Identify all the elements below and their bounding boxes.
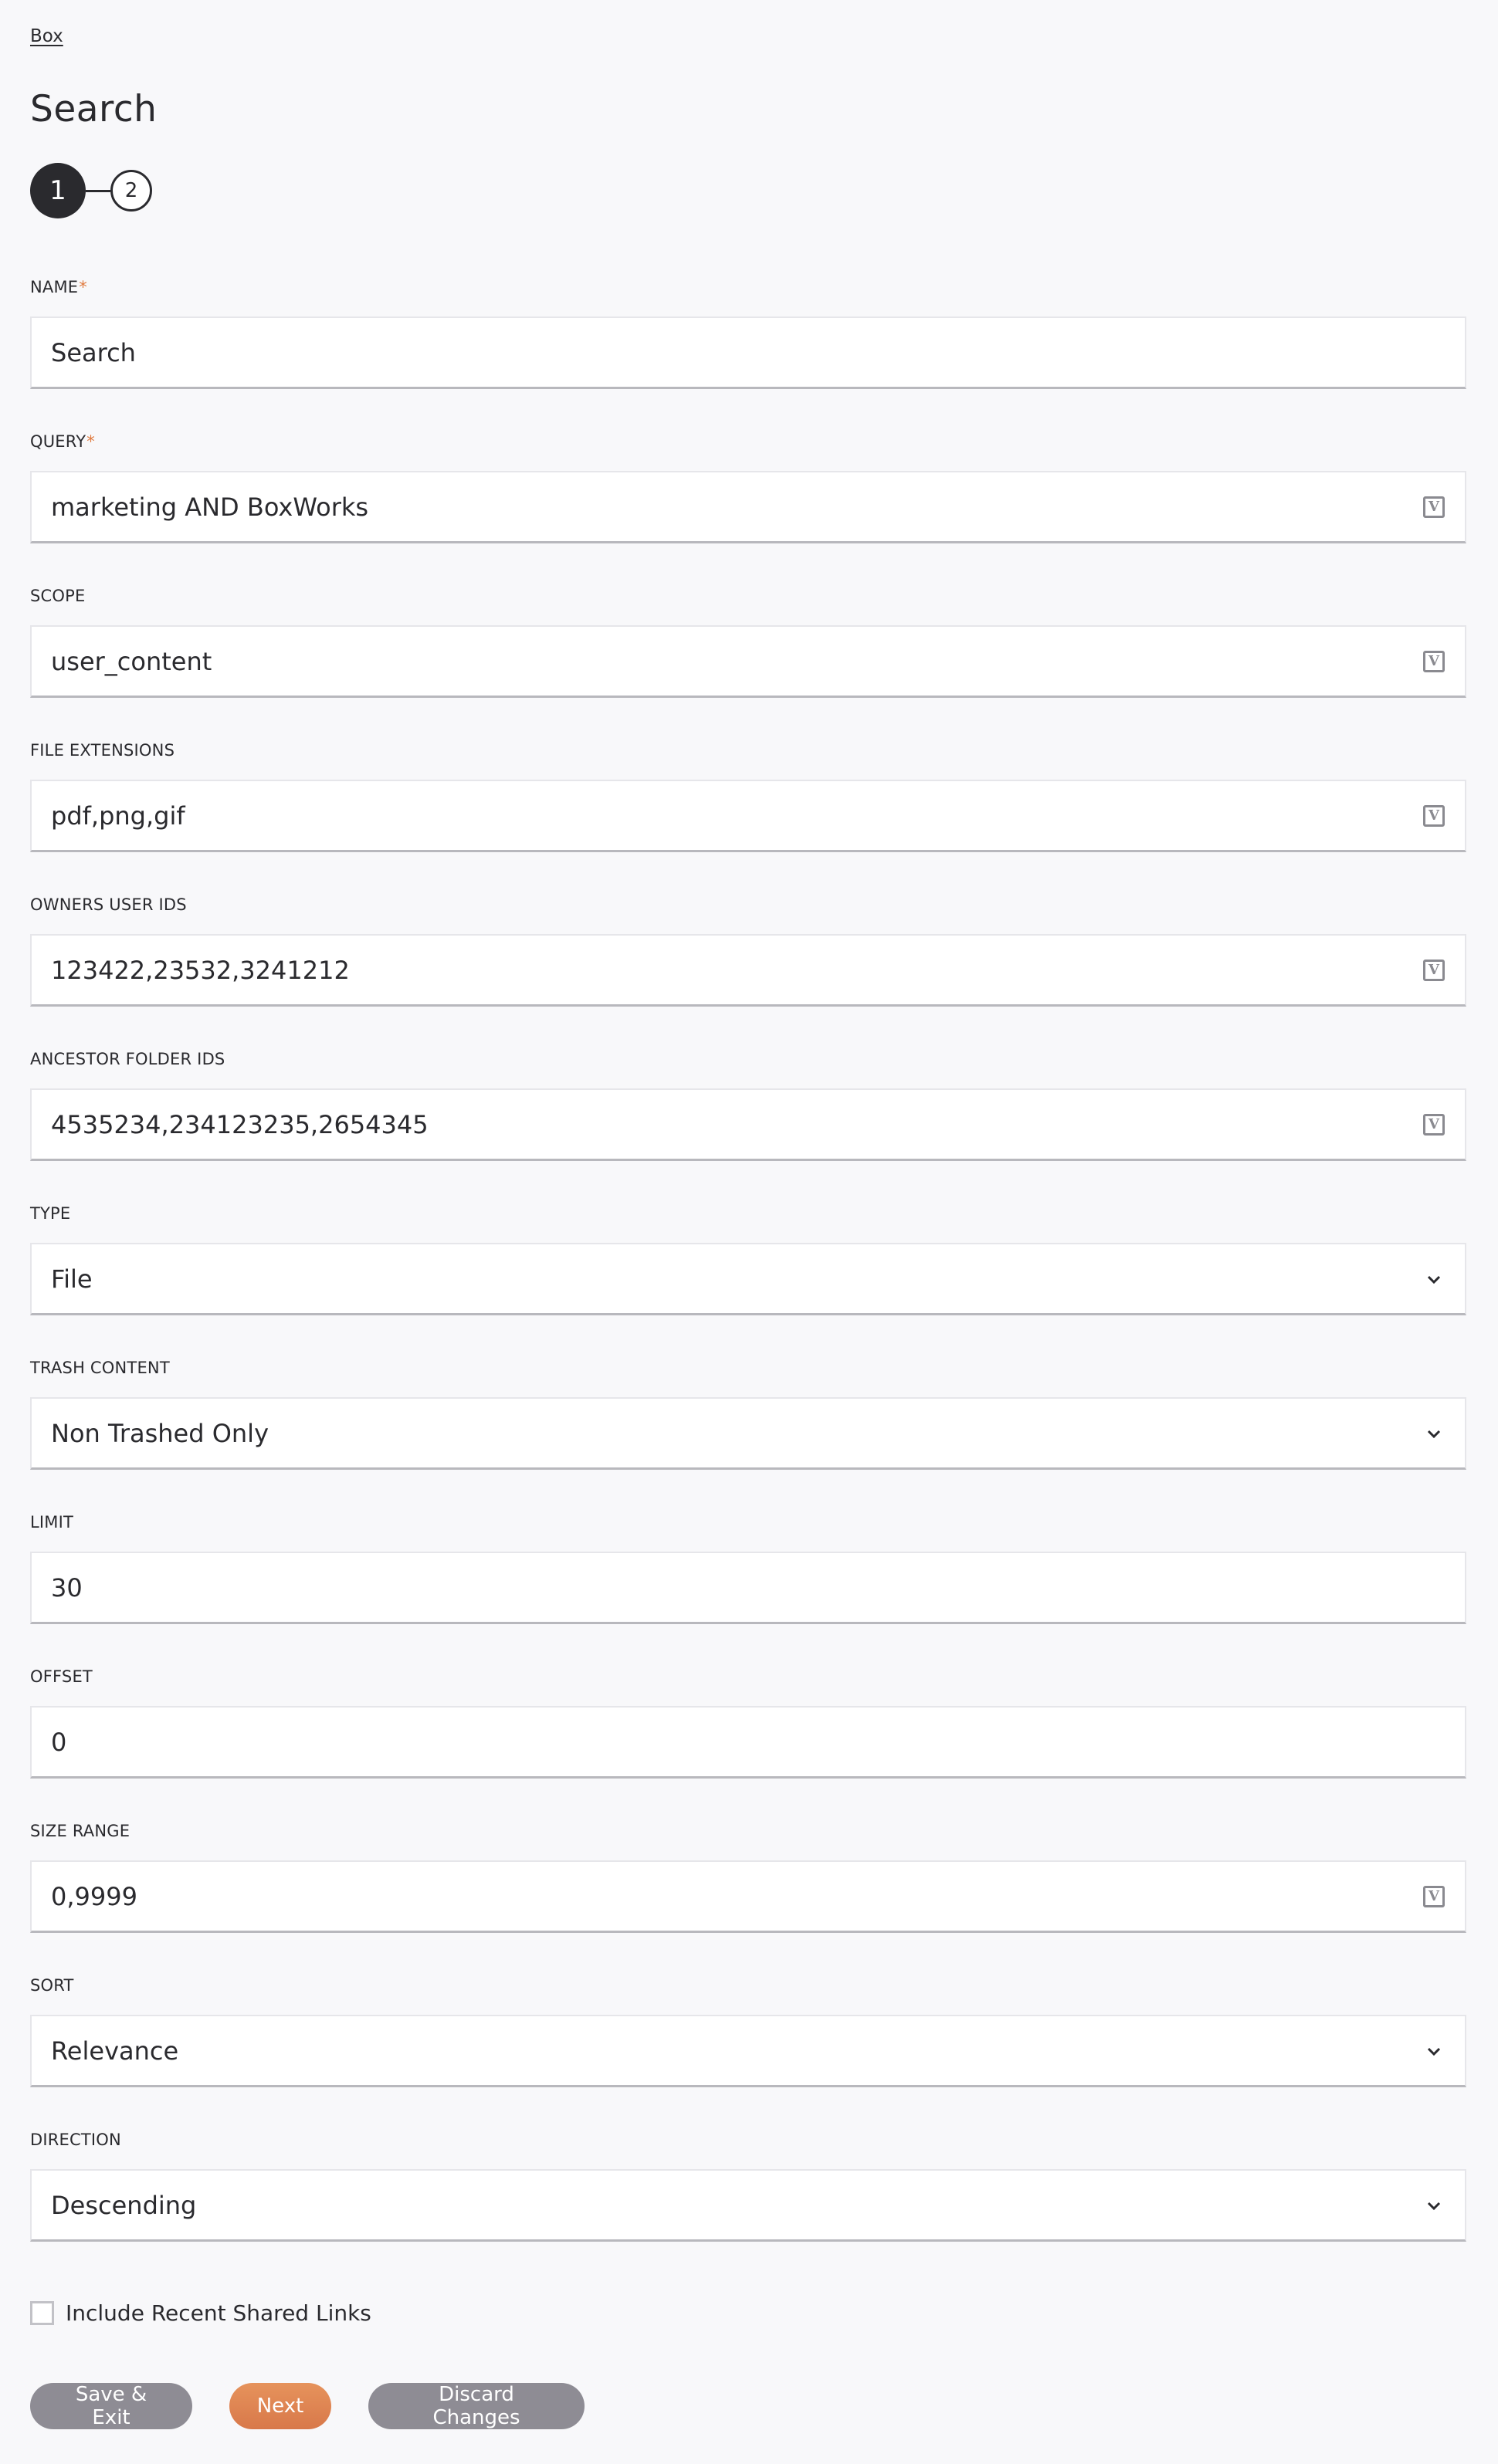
ancestor-folder-ids-value: 4535234,234123235,2654345 — [51, 1109, 429, 1139]
direction-value: Descending — [51, 2190, 197, 2220]
label-text: ANCESTOR FOLDER IDS — [30, 1050, 225, 1068]
query-input[interactable]: marketing AND BoxWorks V — [30, 471, 1466, 543]
field-trash-content: TRASH CONTENT Non Trashed Only — [30, 1359, 1466, 1513]
label-text: TYPE — [30, 1204, 71, 1223]
variable-icon[interactable]: V — [1423, 1113, 1445, 1136]
scope-input[interactable]: user_content V — [30, 625, 1466, 698]
variable-icon[interactable]: V — [1423, 804, 1445, 827]
direction-select[interactable]: Descending — [30, 2169, 1466, 2242]
variable-icon[interactable]: V — [1423, 1885, 1445, 1907]
discard-changes-button[interactable]: Discard Changes — [368, 2383, 585, 2429]
field-file-extensions: FILE EXTENSIONS pdf,png,gif V — [30, 741, 1466, 895]
direction-label: DIRECTION — [30, 2131, 121, 2149]
breadcrumb-box-link[interactable]: Box — [30, 26, 63, 46]
variable-icon[interactable]: V — [1423, 496, 1445, 518]
offset-input[interactable]: 0 — [30, 1706, 1466, 1779]
field-direction: DIRECTION Descending — [30, 2131, 1466, 2285]
label-text: NAME — [30, 278, 79, 296]
field-offset: OFFSET 0 — [30, 1667, 1466, 1822]
chevron-down-icon[interactable] — [1423, 1423, 1445, 1444]
step-2[interactable]: 2 — [110, 170, 152, 212]
label-text: SIZE RANGE — [30, 1822, 130, 1840]
step-connector — [86, 189, 110, 192]
chevron-down-icon[interactable] — [1423, 1268, 1445, 1290]
type-select[interactable]: File — [30, 1243, 1466, 1315]
query-value: marketing AND BoxWorks — [51, 492, 369, 522]
scope-label: SCOPE — [30, 587, 85, 605]
query-label: QUERY* — [30, 432, 95, 451]
offset-label: OFFSET — [30, 1667, 93, 1686]
chevron-down-icon[interactable] — [1423, 2040, 1445, 2062]
field-size-range: SIZE RANGE 0,9999 V — [30, 1822, 1466, 1976]
variable-icon[interactable]: V — [1423, 959, 1445, 981]
page-title: Search — [30, 88, 158, 130]
label-text: FILE EXTENSIONS — [30, 741, 175, 760]
required-asterisk: * — [79, 278, 87, 296]
limit-label: LIMIT — [30, 1513, 73, 1532]
name-label: NAME* — [30, 278, 87, 296]
ancestor-folder-ids-label: ANCESTOR FOLDER IDS — [30, 1050, 225, 1068]
label-text: LIMIT — [30, 1513, 74, 1532]
size-range-label: SIZE RANGE — [30, 1822, 130, 1840]
label-text: TRASH CONTENT — [30, 1359, 170, 1377]
field-scope: SCOPE user_content V — [30, 587, 1466, 741]
owners-user-ids-value: 123422,23532,3241212 — [51, 955, 350, 985]
form-actions: Save & Exit Next Discard Changes — [30, 2383, 585, 2429]
owners-user-ids-input[interactable]: 123422,23532,3241212 V — [30, 934, 1466, 1007]
field-ancestor-folder-ids: ANCESTOR FOLDER IDS 4535234,234123235,265… — [30, 1050, 1466, 1204]
scope-value: user_content — [51, 646, 212, 676]
step-1[interactable]: 1 — [30, 163, 86, 218]
chevron-down-icon[interactable] — [1423, 2195, 1445, 2216]
field-name: NAME* Search — [30, 278, 1466, 432]
type-label: TYPE — [30, 1204, 70, 1223]
label-text: QUERY — [30, 432, 86, 451]
checkbox-label: Include Recent Shared Links — [66, 2300, 371, 2326]
offset-value: 0 — [51, 1727, 67, 1757]
variable-icon[interactable]: V — [1423, 650, 1445, 672]
label-text: SORT — [30, 1976, 74, 1995]
form-fields: NAME* Search QUERY* marketing AND BoxWorks V… — [30, 278, 1466, 2285]
stepper: 1 2 — [30, 163, 152, 218]
include-recent-shared-links-checkbox[interactable] — [30, 2301, 54, 2325]
label-text: DIRECTION — [30, 2131, 121, 2149]
name-value: Search — [51, 337, 136, 367]
file-extensions-input[interactable]: pdf,png,gif V — [30, 780, 1466, 852]
next-button[interactable]: Next — [229, 2383, 331, 2429]
sort-value: Relevance — [51, 2036, 179, 2066]
trash-content-value: Non Trashed Only — [51, 1418, 269, 1448]
name-input[interactable]: Search — [30, 316, 1466, 389]
label-text: SCOPE — [30, 587, 86, 605]
label-text: OWNERS USER IDS — [30, 895, 187, 914]
field-limit: LIMIT 30 — [30, 1513, 1466, 1667]
field-owners-user-ids: OWNERS USER IDS 123422,23532,3241212 V — [30, 895, 1466, 1050]
trash-content-label: TRASH CONTENT — [30, 1359, 170, 1377]
file-extensions-label: FILE EXTENSIONS — [30, 741, 175, 760]
size-range-input[interactable]: 0,9999 V — [30, 1860, 1466, 1933]
limit-input[interactable]: 30 — [30, 1552, 1466, 1624]
field-sort: SORT Relevance — [30, 1976, 1466, 2131]
trash-content-select[interactable]: Non Trashed Only — [30, 1397, 1466, 1470]
sort-label: SORT — [30, 1976, 74, 1995]
field-query: QUERY* marketing AND BoxWorks V — [30, 432, 1466, 587]
include-recent-shared-links-option[interactable]: Include Recent Shared Links — [30, 2300, 371, 2326]
field-type: TYPE File — [30, 1204, 1466, 1359]
type-value: File — [51, 1264, 93, 1294]
label-text: OFFSET — [30, 1667, 93, 1686]
file-extensions-value: pdf,png,gif — [51, 800, 185, 831]
ancestor-folder-ids-input[interactable]: 4535234,234123235,2654345 V — [30, 1088, 1466, 1161]
size-range-value: 0,9999 — [51, 1881, 137, 1911]
limit-value: 30 — [51, 1572, 83, 1603]
save-exit-button[interactable]: Save & Exit — [30, 2383, 192, 2429]
owners-user-ids-label: OWNERS USER IDS — [30, 895, 187, 914]
required-asterisk: * — [86, 432, 95, 451]
sort-select[interactable]: Relevance — [30, 2015, 1466, 2087]
